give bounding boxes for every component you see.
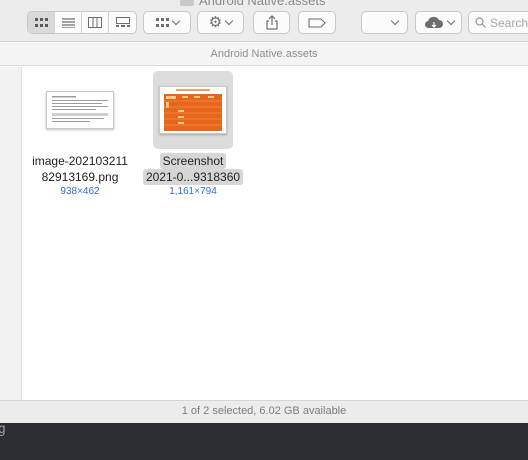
action-menu-button[interactable]: ⚙	[197, 11, 244, 34]
file-dimensions: 1,161×794	[169, 186, 217, 197]
file-item[interactable]: image-202103211 82913169.png 938×462	[25, 71, 135, 197]
file-dimensions: 938×462	[60, 186, 100, 197]
screenshot-preview	[159, 86, 227, 134]
folder-icon	[180, 0, 194, 6]
list-view-button[interactable]	[55, 12, 82, 33]
file-name: Screenshot 2021-0...9318360	[138, 153, 248, 185]
chevron-down-icon	[390, 16, 400, 26]
search-placeholder: Search	[490, 15, 528, 30]
document-preview	[46, 91, 114, 129]
group-by-button[interactable]	[143, 11, 191, 34]
finder-window: Android Native.assets ⚙ Search Android N…	[0, 0, 528, 423]
cloud-download-icon	[424, 16, 443, 28]
window-title-text: Android Native.assets	[199, 0, 326, 8]
share-button[interactable]	[253, 11, 290, 34]
group-grid-icon	[155, 17, 169, 27]
icloud-button[interactable]	[415, 11, 462, 34]
icon-grid-icon	[34, 17, 48, 27]
file-grid: image-202103211 82913169.png 938×462 Scr…	[22, 67, 528, 400]
status-bar: 1 of 2 selected, 6.02 GB available	[0, 400, 528, 423]
status-text: 1 of 2 selected, 6.02 GB available	[181, 405, 347, 417]
terminal-strip: g	[0, 422, 528, 460]
gallery-icon	[115, 17, 130, 27]
search-field[interactable]: Search	[468, 11, 528, 34]
file-thumbnail	[153, 71, 233, 149]
column-view-button[interactable]	[82, 12, 109, 33]
chevron-down-icon	[171, 16, 180, 26]
file-thumbnail	[40, 71, 120, 149]
tag-icon	[308, 17, 326, 28]
chevron-down-icon	[446, 16, 455, 26]
gallery-view-button[interactable]	[109, 12, 136, 33]
file-item-selected[interactable]: Screenshot 2021-0...9318360 1,161×794	[138, 71, 248, 197]
tags-button[interactable]	[298, 11, 336, 34]
chevron-down-icon	[224, 16, 234, 26]
view-mode-segmented-control	[27, 11, 137, 34]
file-name: image-202103211 82913169.png	[32, 154, 128, 184]
share-icon	[265, 15, 278, 30]
document-lines-graphic	[52, 96, 108, 122]
terminal-text-fragment: g	[0, 422, 6, 437]
window-title: Android Native.assets	[180, 0, 325, 8]
icon-view-button[interactable]	[28, 12, 55, 33]
toolbar: Android Native.assets ⚙ Search	[0, 0, 528, 42]
orange-table-graphic	[160, 87, 226, 133]
sidebar	[0, 67, 22, 400]
path-bar: Android Native.assets	[0, 43, 528, 66]
search-icon	[475, 17, 486, 28]
gear-icon: ⚙	[208, 14, 223, 31]
columns-icon	[88, 17, 102, 28]
empty-popup-button[interactable]	[361, 11, 408, 34]
path-bar-label: Android Native.assets	[210, 48, 318, 60]
list-icon	[61, 17, 75, 28]
